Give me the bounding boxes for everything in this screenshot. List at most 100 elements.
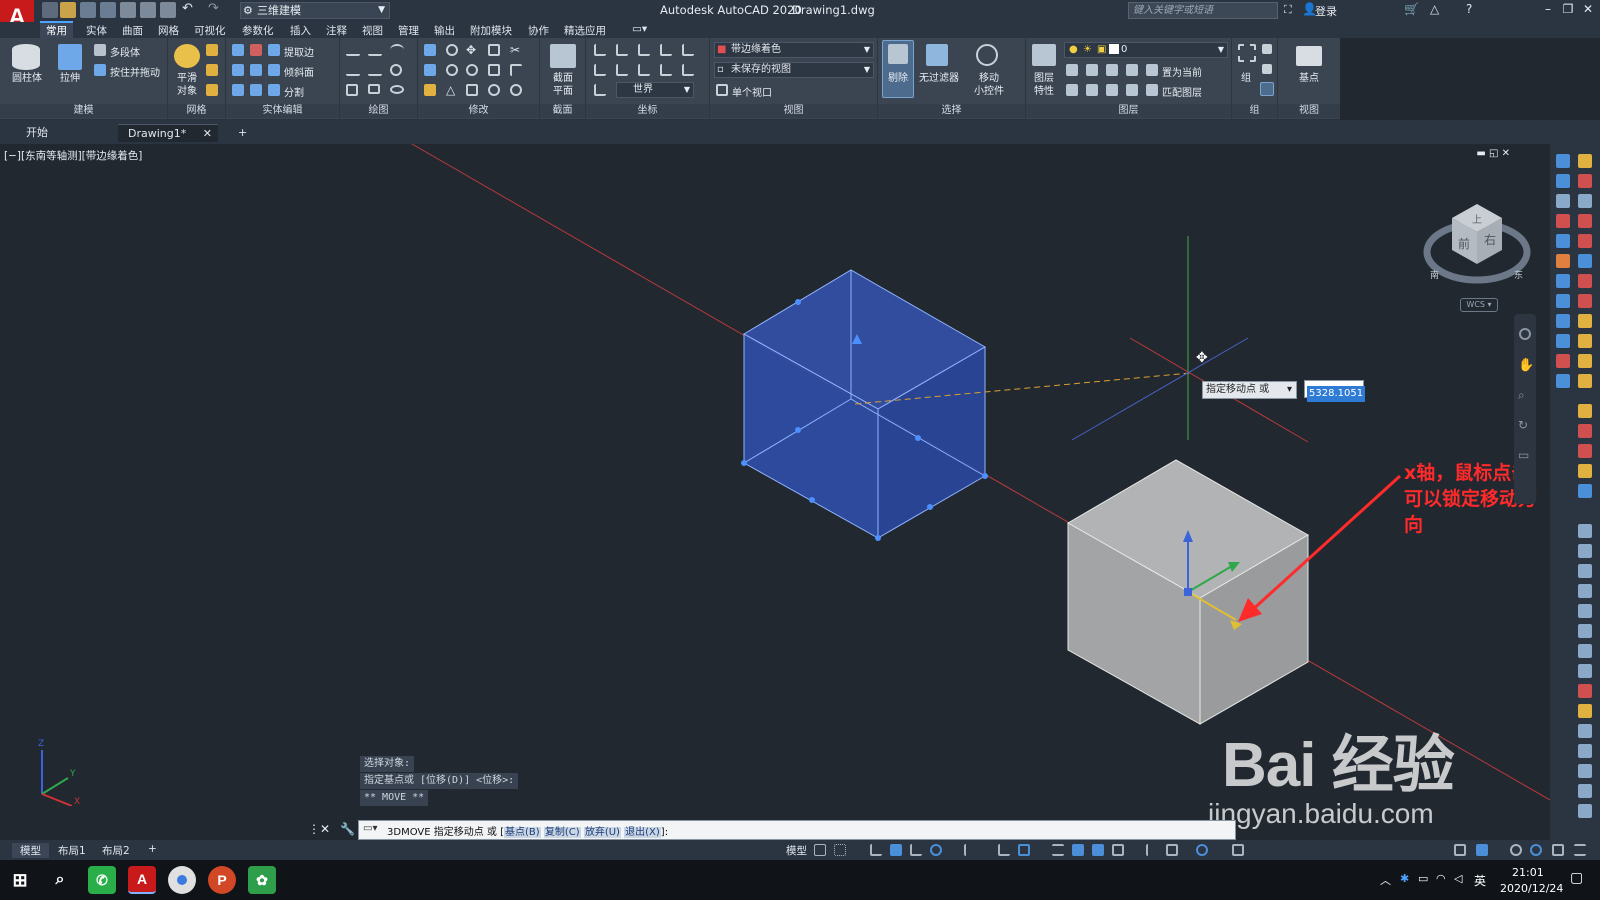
palette-icon-5[interactable]: [1556, 194, 1570, 208]
ucs-icon-6[interactable]: [660, 44, 672, 56]
layer-select[interactable]: ● ☀ ▣ 0 ▼: [1064, 42, 1228, 58]
palette-icon-19[interactable]: [1556, 334, 1570, 348]
workspace-switch-icon[interactable]: [1530, 844, 1542, 856]
mesh-icon-3[interactable]: [206, 84, 218, 96]
polar-icon[interactable]: [930, 844, 942, 856]
smooth-object-label-1[interactable]: 平滑: [170, 72, 204, 85]
panel-title-modeling[interactable]: 建模: [0, 104, 167, 118]
viewport-controls-label[interactable]: [−][东南等轴测][带边缘着色]: [4, 148, 142, 163]
palette-icon-28[interactable]: [1578, 464, 1592, 478]
viewcube-graphic[interactable]: 上 前 右 南 东: [1422, 196, 1532, 296]
ucs-icon-11[interactable]: [682, 64, 694, 76]
ellipse-icon[interactable]: [390, 85, 404, 94]
layer-tool-icon-2[interactable]: [1086, 64, 1098, 76]
palette-icon-30[interactable]: [1578, 524, 1592, 538]
panel-title-layers[interactable]: 图层: [1026, 104, 1231, 118]
taper-faces-button[interactable]: 倾斜面: [284, 64, 314, 79]
tab-output[interactable]: 输出: [434, 23, 455, 38]
separate-button[interactable]: 分割: [284, 84, 304, 99]
palette-icon-8[interactable]: [1578, 214, 1592, 228]
circle-icon[interactable]: [390, 64, 402, 76]
palette-icon-14[interactable]: [1578, 274, 1592, 288]
layer-properties-label-1[interactable]: 图层: [1028, 72, 1060, 85]
mesh-icon-1[interactable]: [206, 44, 218, 56]
extract-edges-button[interactable]: 提取边: [284, 44, 314, 59]
tab-mesh[interactable]: 网格: [158, 23, 179, 38]
plot-icon[interactable]: [160, 2, 176, 18]
palette-icon-16[interactable]: [1578, 294, 1592, 308]
panel-title-selection[interactable]: 选择: [878, 104, 1025, 118]
clean-screen-icon[interactable]: [1510, 844, 1522, 856]
redo-icon[interactable]: ↷: [208, 2, 224, 18]
layer-tool-icon-7[interactable]: [1106, 84, 1118, 96]
layer-properties-icon[interactable]: [1032, 44, 1056, 66]
close-icon[interactable]: ✕: [203, 125, 212, 143]
tab-featured-apps[interactable]: 精选应用: [564, 23, 606, 38]
base-view-icon[interactable]: [1296, 46, 1322, 66]
panel-title-groups[interactable]: 组: [1232, 104, 1277, 118]
group-select-icon[interactable]: [1260, 82, 1274, 96]
zoom-icon[interactable]: ⌕: [1518, 388, 1525, 403]
tab-start[interactable]: 开始: [16, 124, 58, 142]
close-button[interactable]: ✕: [1580, 2, 1596, 16]
save-web-icon[interactable]: [140, 2, 156, 18]
new-tab-button[interactable]: +: [228, 124, 257, 142]
intersect-icon[interactable]: [232, 84, 244, 96]
new-file-icon[interactable]: [42, 2, 58, 18]
layer-tool-icon-3[interactable]: [1106, 64, 1118, 76]
palette-icon-13[interactable]: [1556, 274, 1570, 288]
option-copy[interactable]: 复制(C): [543, 827, 581, 838]
cart-icon[interactable]: 🛒: [1404, 2, 1419, 16]
group-button[interactable]: 组: [1234, 72, 1258, 85]
tray-expand-icon[interactable]: ︿: [1380, 872, 1391, 888]
smooth-object-icon[interactable]: [174, 44, 200, 68]
workspace-select[interactable]: ⚙ 三维建模 ▼: [240, 2, 390, 19]
palette-icon-12[interactable]: [1578, 254, 1592, 268]
tab-manage[interactable]: 管理: [398, 23, 419, 38]
palette-icon-29[interactable]: [1578, 484, 1592, 498]
palette-icon-7[interactable]: [1556, 214, 1570, 228]
group-tool-icon-2[interactable]: [1262, 64, 1272, 74]
ucs-icon-10[interactable]: [660, 64, 672, 76]
option-base-point[interactable]: 基点(B): [503, 827, 541, 838]
set-current-button[interactable]: 置为当前: [1162, 64, 1202, 79]
section-plane-icon[interactable]: [550, 44, 576, 68]
windows-start-icon[interactable]: ⊞: [6, 866, 34, 894]
palette-icon-2[interactable]: [1578, 154, 1592, 168]
isodraft-icon[interactable]: [964, 844, 976, 856]
palette-icon-37[interactable]: [1578, 664, 1592, 678]
tab-more-icon[interactable]: ▭▾: [632, 23, 647, 35]
volume-icon[interactable]: ◁: [1454, 872, 1462, 885]
palette-icon-40[interactable]: [1578, 724, 1592, 738]
palette-icon-17[interactable]: [1556, 314, 1570, 328]
binoculars-icon[interactable]: ⛶: [1284, 3, 1292, 17]
palette-icon-24[interactable]: [1578, 374, 1592, 388]
move-icon[interactable]: ✥: [466, 44, 478, 56]
palette-icon-36[interactable]: [1578, 644, 1592, 658]
palette-icon-39[interactable]: [1578, 704, 1592, 718]
lineweight-icon[interactable]: [1052, 844, 1064, 856]
move-gizmo-label-2[interactable]: 小控件: [966, 85, 1012, 98]
palette-icon-38[interactable]: [1578, 684, 1592, 698]
arc-icon[interactable]: [390, 44, 404, 56]
palette-icon-4[interactable]: [1578, 174, 1592, 188]
customize-menu-icon[interactable]: [1574, 844, 1586, 856]
palette-icon-20[interactable]: [1578, 334, 1592, 348]
union-icon[interactable]: [232, 44, 244, 56]
wechat-icon[interactable]: ✆: [88, 866, 116, 894]
panel-title-section[interactable]: 截面: [540, 104, 585, 118]
grip-icon[interactable]: ⋮: [308, 822, 320, 836]
no-filter-button[interactable]: 无过滤器: [916, 72, 962, 85]
panel-title-coordinates[interactable]: 坐标: [586, 104, 709, 118]
layer-tool-icon-4[interactable]: [1126, 64, 1138, 76]
ucs-icon-9[interactable]: [638, 64, 650, 76]
selection-cycling-icon[interactable]: [1092, 844, 1104, 856]
scale-icon[interactable]: [488, 64, 500, 76]
restore-button[interactable]: ❐: [1560, 2, 1576, 16]
polygon-icon[interactable]: [346, 84, 358, 96]
wifi-icon[interactable]: ◠: [1436, 872, 1446, 885]
layout-tab-model[interactable]: 模型: [12, 843, 49, 858]
palette-icon-33[interactable]: [1578, 584, 1592, 598]
login-button[interactable]: 登录: [1315, 3, 1337, 19]
taper-faces-icon[interactable]: [268, 64, 280, 76]
